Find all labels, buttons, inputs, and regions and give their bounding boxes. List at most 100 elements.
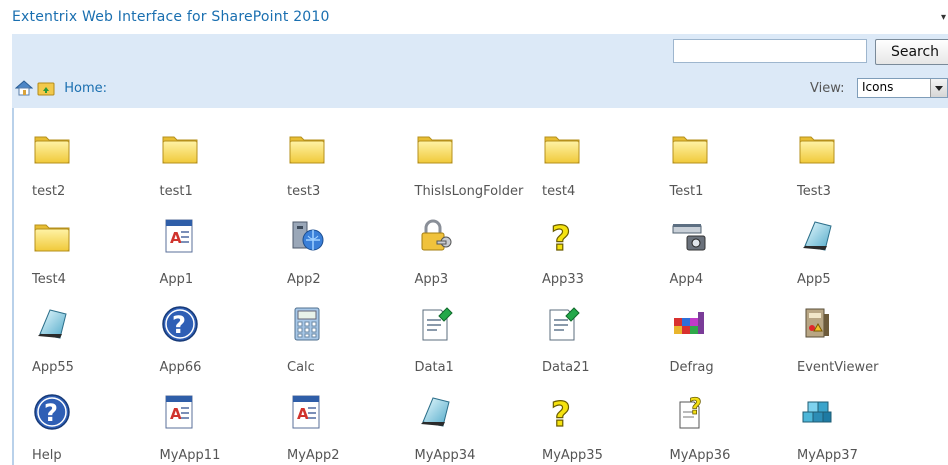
grid-item-app33[interactable]: ? App33 xyxy=(542,200,670,288)
item-label: App5 xyxy=(797,272,831,287)
item-label: EventViewer xyxy=(797,360,879,375)
grid-item-app3[interactable]: App3 xyxy=(415,200,543,288)
item-label: MyApp35 xyxy=(542,448,603,463)
grid-item-myapp2[interactable]: A MyApp2 xyxy=(287,376,415,464)
item-label: test3 xyxy=(287,184,321,199)
svg-text:?: ? xyxy=(44,399,58,427)
item-label: App2 xyxy=(287,272,321,287)
view-label: View: xyxy=(810,81,845,96)
grid-item-calc[interactable]: Calc xyxy=(287,288,415,376)
grid-item-test1[interactable]: Test1 xyxy=(670,112,798,200)
folder-icon[interactable] xyxy=(797,128,837,168)
grid-item-thisislongfolder[interactable]: ThisIsLongFolder xyxy=(415,112,543,200)
search-button[interactable]: Search xyxy=(875,39,948,65)
title-bar: Extentrix Web Interface for SharePoint 2… xyxy=(0,0,948,34)
grid-item-data1[interactable]: Data1 xyxy=(415,288,543,376)
question-icon[interactable]: ? xyxy=(542,216,582,259)
chevron-down-icon[interactable] xyxy=(930,79,947,97)
grid-item-app1[interactable]: A App1 xyxy=(160,200,288,288)
item-label: Data1 xyxy=(414,360,454,375)
grid-item-myapp36[interactable]: ? MyApp36 xyxy=(670,376,798,464)
home-link[interactable]: Home: xyxy=(64,81,107,96)
notepad-icon[interactable] xyxy=(415,392,455,432)
calculator-icon[interactable] xyxy=(287,304,327,344)
folder-icon[interactable] xyxy=(670,128,710,168)
toolbar: Search Home: View: Icons xyxy=(12,34,948,108)
svg-text:?: ? xyxy=(172,311,186,339)
document-app-icon[interactable]: A xyxy=(160,216,200,256)
notepad-icon[interactable] xyxy=(32,304,72,344)
lock-key-icon[interactable] xyxy=(415,216,455,256)
doc-question-icon[interactable]: ? xyxy=(670,392,710,432)
search-input[interactable] xyxy=(673,39,867,63)
svg-text:A: A xyxy=(170,229,182,247)
item-label: App33 xyxy=(542,272,584,287)
home-icon[interactable] xyxy=(14,79,34,97)
cubes-icon[interactable] xyxy=(797,392,837,432)
item-label: App55 xyxy=(32,360,74,375)
grid-item-myapp11[interactable]: A MyApp11 xyxy=(160,376,288,464)
grid-item-app55[interactable]: App55 xyxy=(32,288,160,376)
item-label: App4 xyxy=(669,272,704,287)
grid-item-test3[interactable]: test3 xyxy=(287,112,415,200)
grid-item-test4[interactable]: Test4 xyxy=(32,200,160,288)
notepad-icon[interactable] xyxy=(797,216,837,256)
folder-icon[interactable] xyxy=(542,128,582,168)
item-label: Defrag xyxy=(669,360,714,375)
folder-icon[interactable] xyxy=(32,216,72,256)
item-label: MyApp11 xyxy=(159,448,221,463)
grid-item-defrag[interactable]: Defrag xyxy=(670,288,798,376)
grid-item-test2[interactable]: test2 xyxy=(32,112,160,200)
view-selected-value: Icons xyxy=(862,80,894,94)
item-label: Test1 xyxy=(669,184,704,199)
item-label: Test4 xyxy=(32,272,66,287)
grid-item-myapp34[interactable]: MyApp34 xyxy=(415,376,543,464)
item-label: Test3 xyxy=(797,184,831,199)
grid-item-test1[interactable]: test1 xyxy=(160,112,288,200)
svg-text:A: A xyxy=(297,405,309,423)
svg-text:?: ? xyxy=(551,395,571,432)
document-app-icon[interactable]: A xyxy=(287,392,327,432)
item-label: App66 xyxy=(159,360,202,375)
event-viewer-icon[interactable] xyxy=(797,304,837,344)
scanner-camera-icon[interactable] xyxy=(670,216,710,256)
grid-item-help[interactable]: ? Help xyxy=(32,376,160,464)
data-doc-icon[interactable] xyxy=(415,304,455,344)
folder-icon[interactable] xyxy=(287,128,327,168)
grid-item-myapp37[interactable]: MyApp37 xyxy=(797,376,925,464)
item-label: MyApp2 xyxy=(287,448,340,463)
data-doc-icon[interactable] xyxy=(542,304,582,344)
document-app-icon[interactable]: A xyxy=(160,392,200,432)
grid-item-app66[interactable]: ? App66 xyxy=(160,288,288,376)
svg-text:?: ? xyxy=(551,219,571,256)
item-label: MyApp37 xyxy=(797,448,858,463)
item-label: App3 xyxy=(414,272,449,287)
svg-text:?: ? xyxy=(689,395,702,420)
grid-item-app4[interactable]: App4 xyxy=(670,200,798,288)
folder-icon[interactable] xyxy=(160,128,200,168)
item-label: Data21 xyxy=(542,360,590,375)
folder-icon[interactable] xyxy=(32,128,72,168)
grid-item-app5[interactable]: App5 xyxy=(797,200,925,288)
up-folder-icon[interactable] xyxy=(37,79,55,97)
grid-item-app2[interactable]: App2 xyxy=(287,200,415,288)
view-select[interactable]: Icons xyxy=(857,78,948,98)
page-title: Extentrix Web Interface for SharePoint 2… xyxy=(12,9,330,25)
grid-item-myapp35[interactable]: ? MyApp35 xyxy=(542,376,670,464)
grid-item-eventviewer[interactable]: EventViewer xyxy=(797,288,925,376)
help-icon[interactable]: ? xyxy=(32,392,72,432)
item-label: ThisIsLongFolder xyxy=(414,184,524,199)
breadcrumb: Home: xyxy=(14,79,107,99)
question-icon[interactable]: ? xyxy=(542,392,582,435)
help-icon[interactable]: ? xyxy=(160,304,200,344)
item-label: Help xyxy=(32,448,62,463)
grid-item-test3[interactable]: Test3 xyxy=(797,112,925,200)
item-label: test2 xyxy=(32,184,66,199)
grid-item-data21[interactable]: Data21 xyxy=(542,288,670,376)
grid-item-test4[interactable]: test4 xyxy=(542,112,670,200)
defrag-icon[interactable] xyxy=(670,304,710,344)
computer-globe-icon[interactable] xyxy=(287,216,327,256)
menu-arrow-icon[interactable]: ▾ xyxy=(941,12,946,23)
item-label: App1 xyxy=(159,272,194,287)
folder-icon[interactable] xyxy=(415,128,455,168)
